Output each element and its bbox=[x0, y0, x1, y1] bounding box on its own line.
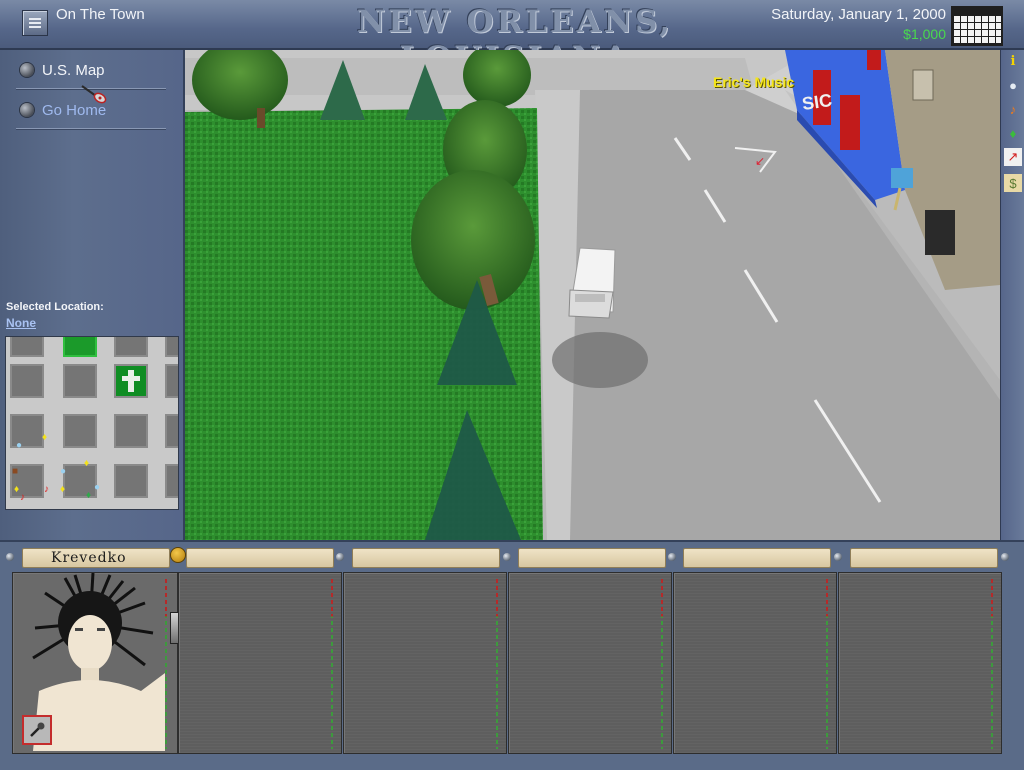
game-date: Saturday, January 1, 2000 bbox=[771, 6, 946, 23]
bottle-icon[interactable]: ♦ bbox=[1004, 124, 1022, 142]
map-block bbox=[10, 364, 44, 398]
skill-meter bbox=[661, 579, 663, 749]
skill-meter bbox=[165, 579, 167, 749]
info-icon[interactable]: i bbox=[1004, 52, 1022, 70]
map-block bbox=[165, 414, 178, 448]
band-member-tab[interactable] bbox=[186, 548, 334, 568]
city-view-render: ↙ SIC bbox=[185, 50, 1000, 540]
band-member-slot[interactable] bbox=[178, 572, 342, 754]
band-member-tab[interactable] bbox=[518, 548, 666, 568]
van-shadow bbox=[552, 332, 648, 388]
map-block bbox=[10, 337, 44, 357]
panel-bolt bbox=[834, 553, 842, 561]
player-location-icon: ◆ bbox=[32, 509, 40, 510]
band-member-tab[interactable] bbox=[683, 548, 831, 568]
bar-marker-icon: ■ bbox=[12, 466, 19, 477]
microphone-button[interactable] bbox=[22, 715, 52, 745]
cd-shop-marker-icon: ● bbox=[94, 482, 101, 493]
bottle-marker-icon: ♦ bbox=[86, 490, 92, 501]
nav-bullet-icon bbox=[20, 103, 34, 117]
parking-arrow-icon: ↙ bbox=[755, 154, 765, 168]
map-block bbox=[114, 464, 148, 498]
band-member-tab[interactable]: Krevedko bbox=[22, 548, 170, 568]
church-cross-icon bbox=[122, 370, 140, 392]
map-block bbox=[114, 364, 148, 398]
nav-us-map-label: U.S. Map bbox=[42, 61, 105, 79]
shirt-marker-icon: ♦ bbox=[42, 432, 48, 443]
panel-bolt bbox=[503, 553, 511, 561]
map-block bbox=[63, 414, 97, 448]
band-member-slot[interactable] bbox=[508, 572, 672, 754]
map-block bbox=[165, 464, 178, 498]
map-block bbox=[63, 464, 97, 498]
map-block bbox=[114, 337, 148, 357]
cd-shop-marker-icon: ● bbox=[60, 466, 67, 477]
band-member-slot[interactable] bbox=[343, 572, 507, 754]
map-block bbox=[63, 337, 97, 357]
skill-meter bbox=[496, 579, 498, 749]
band-panel: Krevedko bbox=[0, 540, 1024, 770]
shirt-marker-icon: ♦ bbox=[84, 458, 90, 469]
nav-bullet-icon bbox=[20, 63, 34, 77]
nav-us-map[interactable]: U.S. Map bbox=[20, 58, 105, 82]
panel-bolt bbox=[6, 553, 14, 561]
money-icon[interactable]: $ bbox=[1004, 174, 1022, 192]
minimap[interactable]: ● ♦ ■ ● ♦ ♦ ♪ ♪ ♦ ♦ ● ◆ bbox=[5, 336, 179, 510]
nav-divider bbox=[16, 128, 166, 129]
menu-button[interactable] bbox=[22, 10, 48, 36]
shirt-marker-icon: ♦ bbox=[14, 484, 20, 495]
band-member-slot[interactable] bbox=[673, 572, 837, 754]
music-note-marker-icon: ♪ bbox=[20, 492, 25, 503]
band-member-slot[interactable] bbox=[838, 572, 1002, 754]
screen-title: On The Town bbox=[56, 6, 145, 23]
map-block bbox=[114, 414, 148, 448]
guitar-marker-icon: ♪ bbox=[44, 484, 49, 495]
calendar-icon[interactable] bbox=[951, 6, 1003, 46]
city-view[interactable]: ↙ SIC Eric's Music bbox=[185, 50, 1000, 540]
smiley-icon[interactable] bbox=[170, 547, 186, 563]
band-member-tab[interactable] bbox=[850, 548, 998, 568]
band-member-tab[interactable] bbox=[352, 548, 500, 568]
panel-bolt bbox=[336, 553, 344, 561]
cd-shop-marker-icon: ● bbox=[16, 440, 23, 451]
selected-location-value[interactable]: None bbox=[6, 316, 36, 330]
skill-meter bbox=[991, 579, 993, 749]
skill-meter bbox=[331, 579, 333, 749]
shirt-marker-icon: ♦ bbox=[60, 484, 66, 495]
top-bar: On The Town NEW ORLEANS, LOUISIANA Satur… bbox=[0, 0, 1024, 76]
money-balance: $1,000 bbox=[903, 26, 946, 42]
music-note-icon[interactable]: ♪ bbox=[1004, 100, 1022, 118]
microphone-icon bbox=[30, 722, 45, 737]
menu-icon bbox=[29, 18, 41, 28]
map-block bbox=[63, 364, 97, 398]
chart-icon[interactable]: ↗ bbox=[1004, 148, 1022, 166]
nav-go-home-label: Go Home bbox=[42, 101, 107, 119]
guitar-cursor-icon bbox=[81, 85, 107, 104]
panel-bolt bbox=[668, 553, 676, 561]
store-sign: SIC bbox=[801, 90, 834, 114]
band-member-name: Krevedko bbox=[51, 550, 127, 566]
map-block bbox=[165, 337, 178, 357]
cd-icon[interactable]: ● bbox=[1004, 76, 1022, 94]
selected-location-label: Selected Location: bbox=[6, 301, 104, 313]
map-block bbox=[165, 364, 178, 398]
right-toolbar: i ● ♪ ♦ ↗ $ bbox=[1000, 50, 1024, 540]
panel-bolt bbox=[1001, 553, 1009, 561]
skill-meter bbox=[826, 579, 828, 749]
left-panel: U.S. Map Go Home Selected Location: None bbox=[0, 50, 185, 540]
